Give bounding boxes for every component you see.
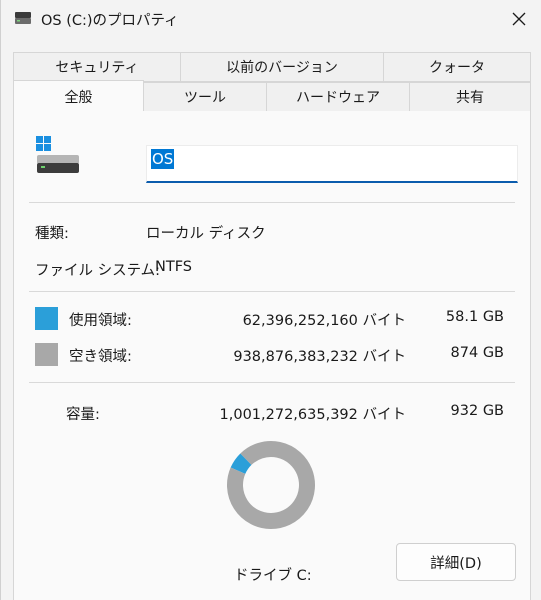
free-space-swatch [35, 343, 58, 366]
tab-quota[interactable]: クォータ [383, 52, 531, 82]
tab-previous-versions[interactable]: 以前のバージョン [180, 52, 384, 82]
tab-security[interactable]: セキュリティ [13, 52, 181, 82]
type-label: 種類: [35, 226, 69, 242]
tab-hardware[interactable]: ハードウェア [266, 82, 410, 112]
capacity-label: 容量: [66, 407, 100, 423]
windows-drive-icon [36, 136, 79, 173]
disk-usage-donut [227, 441, 315, 529]
window-title: OS (C:)のプロパティ [41, 13, 179, 29]
filesystem-value: NTFS [155, 259, 192, 275]
separator [29, 202, 515, 203]
tab-tools[interactable]: ツール [143, 82, 267, 112]
capacity-bytes: 1,001,272,635,392 バイト [219, 407, 406, 423]
used-space-size: 58.1 GB [445, 309, 504, 325]
free-space-label: 空き領域: [69, 349, 132, 365]
details-button[interactable]: 詳細(D) [396, 543, 516, 581]
separator [29, 382, 515, 383]
used-space-swatch [35, 307, 58, 330]
drive-icon [15, 12, 31, 24]
close-button[interactable] [496, 0, 541, 38]
title-bar: OS (C:)のプロパティ [1, 0, 541, 38]
donut-slice-used [230, 453, 252, 475]
type-value: ローカル ディスク [146, 226, 266, 242]
drive-name-value: OS [151, 149, 175, 169]
used-space-label: 使用領域: [69, 313, 132, 329]
drive-label: ドライブ C: [234, 568, 312, 584]
properties-window: OS (C:)のプロパティ セキュリティ 以前のバージョン クォータ ツール ハ… [0, 0, 541, 600]
close-icon [512, 12, 526, 26]
tab-general[interactable]: 全般 [13, 80, 144, 112]
free-space-bytes: 938,876,383,232 バイト [233, 349, 406, 365]
tab-sharing[interactable]: 共有 [409, 82, 531, 112]
general-panel: OS 種類: ローカル ディスク ファイル システム: NTFS 使用領域: 6… [13, 111, 531, 600]
separator [29, 291, 515, 292]
used-space-bytes: 62,396,252,160 バイト [242, 313, 406, 329]
filesystem-label: ファイル システム: [35, 263, 161, 279]
capacity-size: 932 GB [450, 403, 504, 419]
drive-name-input[interactable]: OS [146, 145, 518, 183]
free-space-size: 874 GB [450, 345, 504, 361]
